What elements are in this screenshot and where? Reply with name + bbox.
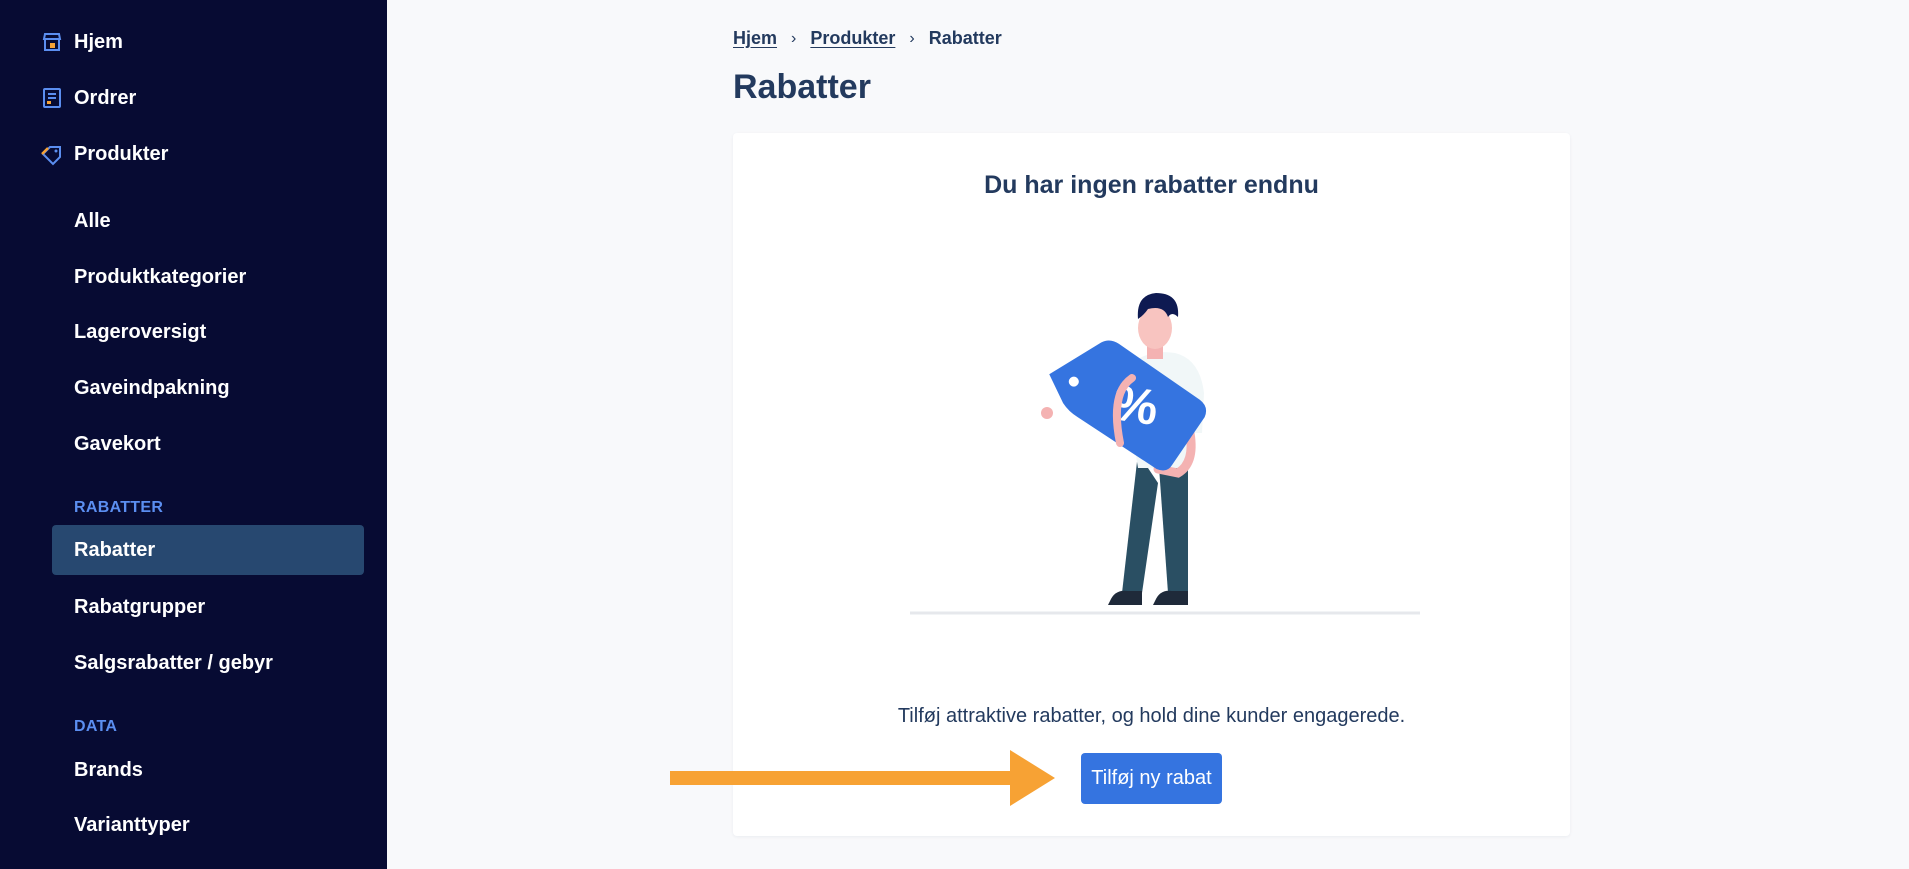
sidebar-item-label: Hjem: [74, 30, 123, 53]
sidebar-item-label: Rabatgrupper: [74, 595, 206, 618]
sidebar-item-produktkategorier[interactable]: Produktkategorier: [52, 252, 364, 302]
page-title: Rabatter: [733, 68, 871, 106]
sidebar: Hjem Ordrer Produkter Alle Produktkatego…: [0, 0, 387, 869]
sidebar-item-varianttyper[interactable]: Varianttyper: [52, 800, 364, 850]
sidebar-item-salgsrabatter[interactable]: Salgsrabatter / gebyr: [52, 638, 364, 688]
sidebar-item-label: Brands: [74, 758, 143, 781]
sidebar-item-produkter[interactable]: Produkter: [41, 129, 364, 179]
breadcrumb-current: Rabatter: [928, 28, 1002, 48]
sidebar-item-label: Gavekort: [74, 432, 161, 455]
store-icon: [42, 33, 62, 51]
breadcrumb: Hjem › Produkter › Rabatter: [733, 28, 1002, 49]
sidebar-item-label: Lageroversigt: [74, 320, 207, 343]
sidebar-item-label: Produkter: [74, 142, 169, 165]
chevron-right-icon: ›: [909, 29, 915, 47]
sidebar-item-alle[interactable]: Alle: [52, 196, 364, 246]
pointer-arrow-icon: [670, 750, 1055, 806]
sidebar-item-hjem[interactable]: Hjem: [42, 17, 364, 67]
orders-icon: [43, 88, 61, 108]
sidebar-item-gavekort[interactable]: Gavekort: [52, 419, 364, 469]
sidebar-item-label: Salgsrabatter / gebyr: [74, 651, 273, 674]
sidebar-item-label: Gaveindpakning: [74, 376, 230, 399]
sidebar-item-label: Ordrer: [74, 86, 137, 109]
empty-state-card: Du har ingen rabatter endnu % Tilføj att…: [733, 133, 1570, 836]
sidebar-item-label: Alle: [74, 209, 111, 232]
empty-state-title: Du har ingen rabatter endnu: [984, 171, 1319, 199]
sidebar-item-ordrer[interactable]: Ordrer: [43, 73, 364, 123]
sidebar-item-brands[interactable]: Brands: [52, 745, 364, 795]
breadcrumb-link-produkter[interactable]: Produkter: [810, 28, 895, 49]
tag-icon: [41, 146, 61, 166]
sidebar-item-label: Produktkategorier: [74, 265, 247, 288]
sidebar-item-rabatgrupper[interactable]: Rabatgrupper: [52, 582, 364, 632]
sidebar-item-rabatter[interactable]: Rabatter: [52, 525, 364, 575]
add-discount-button[interactable]: Tilføj ny rabat: [1081, 753, 1222, 804]
sidebar-item-label: Varianttyper: [74, 813, 190, 836]
section-label-data: DATA: [74, 718, 118, 735]
breadcrumb-link-hjem[interactable]: Hjem: [733, 28, 777, 49]
sidebar-item-label: Rabatter: [74, 538, 156, 561]
chevron-right-icon: ›: [791, 29, 797, 47]
sidebar-item-gaveindpakning[interactable]: Gaveindpakning: [52, 363, 364, 413]
sidebar-item-lageroversigt[interactable]: Lageroversigt: [52, 307, 364, 357]
person-holding-discount-tag-illustration: %: [910, 293, 1420, 615]
section-label-rabatter: RABATTER: [74, 499, 164, 516]
empty-state-description: Tilføj attraktive rabatter, og hold dine…: [897, 705, 1406, 727]
